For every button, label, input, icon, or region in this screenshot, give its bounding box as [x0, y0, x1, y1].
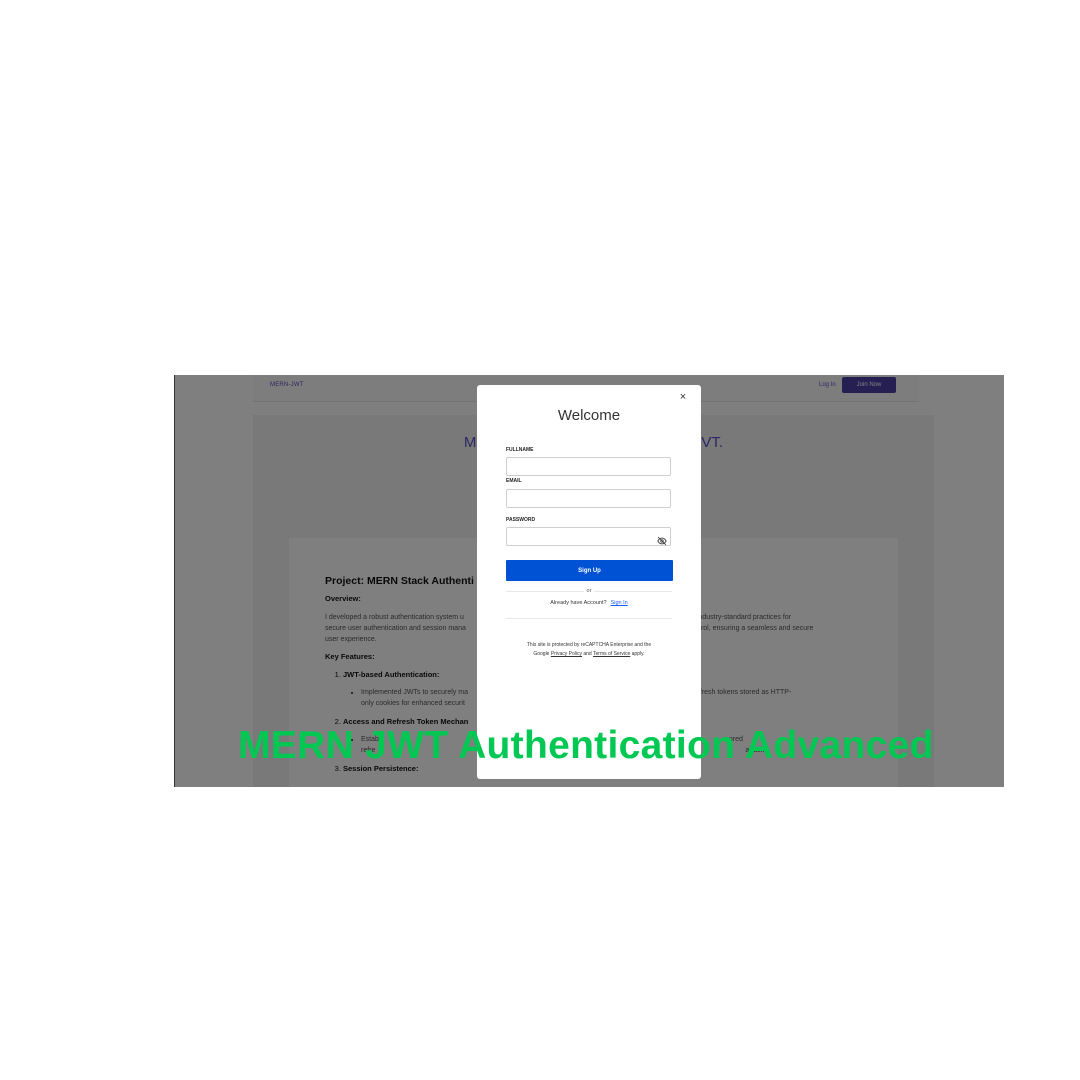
have-account-text: Already have Account?	[550, 600, 607, 606]
fullname-label: FULLNAME	[506, 447, 534, 453]
divider	[506, 618, 672, 619]
recaptcha-and: and	[583, 651, 592, 657]
terms-of-service-link[interactable]: Terms of Service	[593, 651, 630, 657]
signup-modal: × Welcome FULLNAME EMAIL PASSWORD Sign U…	[477, 385, 701, 779]
recaptcha-notice: This site is protected by reCAPTCHA Ente…	[506, 641, 672, 659]
password-field[interactable]	[506, 527, 671, 546]
eye-off-icon[interactable]	[657, 533, 667, 546]
or-separator: or	[477, 588, 701, 594]
sign-up-button[interactable]: Sign Up	[506, 560, 673, 581]
email-label: EMAIL	[506, 478, 522, 484]
modal-title: Welcome	[557, 407, 621, 424]
email-field[interactable]	[506, 489, 671, 508]
recaptcha-google: Google	[533, 651, 550, 657]
fullname-field[interactable]	[506, 457, 671, 476]
watermark-title: MERN JWT Authentication Advanced	[238, 724, 934, 767]
or-text: or	[583, 588, 595, 594]
recaptcha-apply: apply.	[631, 651, 645, 657]
have-account-row: Already have Account? Sign In	[477, 600, 701, 606]
password-label: PASSWORD	[506, 517, 536, 523]
privacy-policy-link[interactable]: Privacy Policy	[551, 651, 582, 657]
recaptcha-text: This site is protected by reCAPTCHA Ente…	[526, 642, 652, 648]
sign-in-link[interactable]: Sign In	[611, 600, 628, 606]
close-icon[interactable]: ×	[676, 390, 690, 404]
